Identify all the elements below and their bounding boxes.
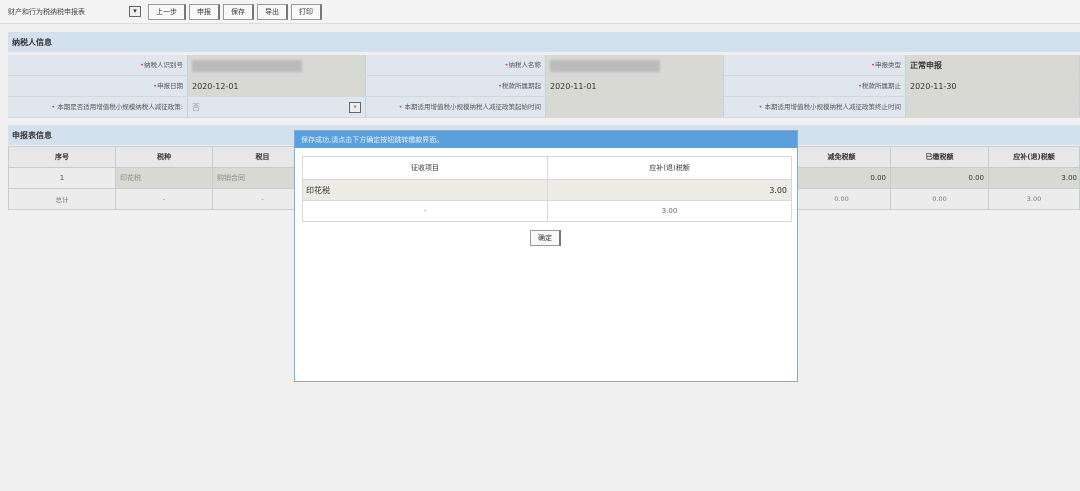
declaration-date-field[interactable]: 2020-12-01 bbox=[188, 76, 366, 96]
field-label: 税款所属期止 bbox=[862, 82, 901, 90]
print-button[interactable]: 打印 bbox=[291, 3, 322, 20]
small-scale-policy-select[interactable]: 否 ▾ bbox=[188, 97, 366, 117]
field-label: 本期适用增值税小规模纳税人减征政策起始时间 bbox=[404, 103, 542, 111]
confirm-button[interactable]: 确定 bbox=[530, 230, 561, 246]
save-button[interactable]: 保存 bbox=[223, 3, 254, 20]
form-select[interactable]: 财产和行为税纳税申报表 bbox=[8, 5, 126, 19]
policy-start-field[interactable] bbox=[546, 97, 724, 117]
taxpayer-name-field[interactable] bbox=[546, 55, 724, 75]
chevron-down-icon[interactable]: ▾ bbox=[129, 6, 141, 17]
field-label: 本期是否适用增值税小规模纳税人减征政策: bbox=[57, 103, 183, 111]
period-end-field[interactable]: 2020-11-30 bbox=[906, 76, 1080, 96]
taxpayer-id-field[interactable] bbox=[188, 55, 366, 75]
field-label: •纳税人识别号 bbox=[8, 55, 188, 75]
period-start-field[interactable]: 2020-11-01 bbox=[546, 76, 724, 96]
dialog-title: 保存成功,请点击下方确定按钮跳转缴款界面。 bbox=[295, 131, 797, 148]
field-label: 税款所属期起 bbox=[502, 82, 541, 90]
payment-table: 征收项目 应补(退)税额 印花税 3.00 - 3.00 bbox=[302, 156, 792, 222]
declaration-type-field[interactable]: 正常申报 bbox=[906, 55, 1080, 75]
toolbar: 财产和行为税纳税申报表 ▾ 上一步 申报 保存 导出 打印 bbox=[0, 0, 1080, 24]
field-label: •申报类型 bbox=[724, 55, 906, 75]
section-title-taxpayer: 纳税人信息 bbox=[8, 32, 1080, 52]
table-row: 印花税 3.00 bbox=[302, 179, 792, 201]
policy-end-field[interactable] bbox=[906, 97, 1080, 117]
taxpayer-form: •纳税人识别号 •纳税人名称 •申报类型 正常申报 •申报日期 2020-12-… bbox=[8, 55, 1080, 118]
declare-button[interactable]: 申报 bbox=[189, 3, 220, 20]
table-total-row: - 3.00 bbox=[302, 200, 792, 222]
save-success-dialog: 保存成功,请点击下方确定按钮跳转缴款界面。 征收项目 应补(退)税额 印花税 3… bbox=[294, 130, 798, 382]
previous-step-button[interactable]: 上一步 bbox=[148, 3, 186, 20]
export-button[interactable]: 导出 bbox=[257, 3, 288, 20]
field-label: 申报日期 bbox=[157, 82, 183, 90]
chevron-down-icon[interactable]: ▾ bbox=[349, 102, 361, 113]
table-header: 征收项目 应补(退)税额 bbox=[302, 156, 792, 180]
field-label: 本期适用增值税小规模纳税人减征政策终止时间 bbox=[764, 103, 902, 111]
field-label: •纳税人名称 bbox=[366, 55, 546, 75]
